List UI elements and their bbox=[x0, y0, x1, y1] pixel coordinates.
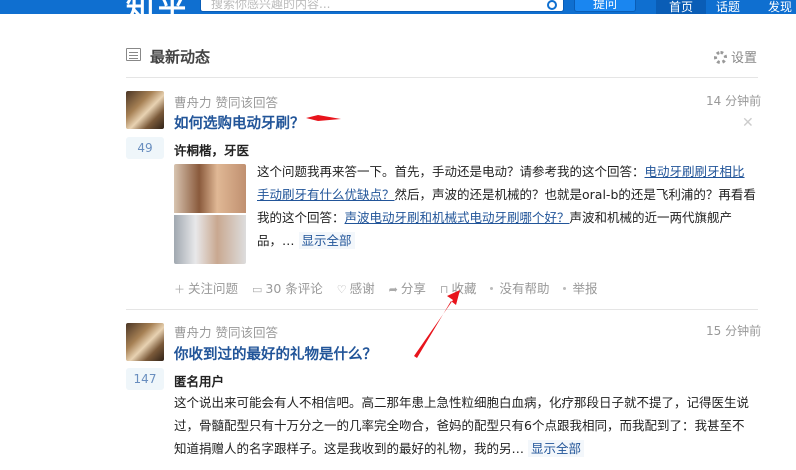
arrow-to-question-title bbox=[306, 115, 341, 121]
annotation-arrows bbox=[306, 115, 460, 358]
arrow-to-collect-button bbox=[414, 290, 460, 358]
